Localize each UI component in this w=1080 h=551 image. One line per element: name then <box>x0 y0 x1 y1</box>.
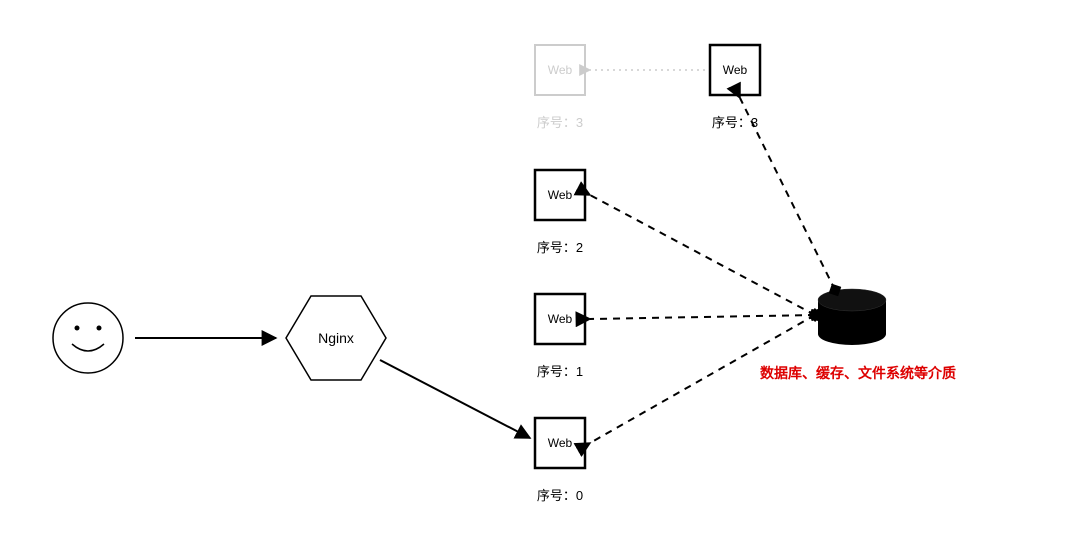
nginx-label: Nginx <box>318 330 354 346</box>
web-node-1-caption: 序号：1 <box>537 364 583 379</box>
web-node-0: Web 序号：0 <box>535 418 585 503</box>
web-node-0-label: Web <box>548 436 573 450</box>
web-node-3-faded-label: Web <box>548 63 573 77</box>
architecture-diagram: Nginx Web 序号：0 Web 序号：1 Web 序号：2 Web 序号：… <box>0 0 1080 551</box>
web-node-3-faded: Web 序号：3 <box>535 45 585 130</box>
storage-icon <box>818 289 886 345</box>
user-icon <box>53 303 123 373</box>
arrow-nginx-to-web0 <box>380 360 530 438</box>
arrow-storage-to-web1 <box>590 315 815 319</box>
web-node-2-label: Web <box>548 188 573 202</box>
web-node-1-label: Web <box>548 312 573 326</box>
arrow-storage-to-web3 <box>740 98 835 290</box>
web-node-3-faded-caption: 序号：3 <box>537 115 583 130</box>
nginx-node: Nginx <box>286 296 386 380</box>
web-node-2: Web 序号：2 <box>535 170 585 255</box>
web-node-3-label: Web <box>723 63 748 77</box>
web-node-1: Web 序号：1 <box>535 294 585 379</box>
web-node-2-caption: 序号：2 <box>537 240 583 255</box>
web-node-0-caption: 序号：0 <box>537 488 583 503</box>
arrow-storage-to-web2 <box>590 195 815 315</box>
web-node-3: Web 序号：3 <box>710 45 760 130</box>
storage-label: 数据库、缓存、文件系统等介质 <box>760 365 956 381</box>
